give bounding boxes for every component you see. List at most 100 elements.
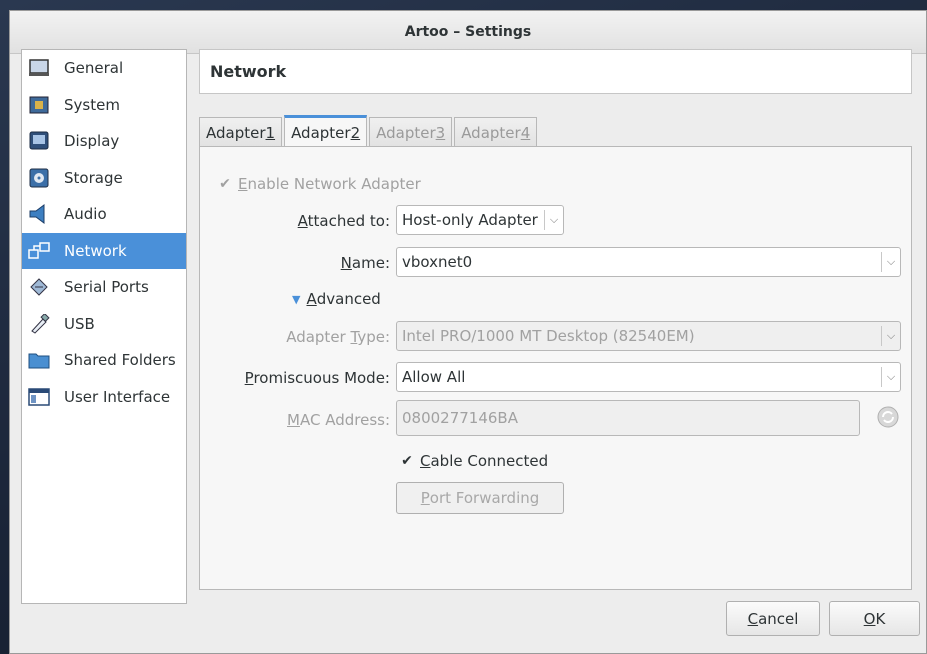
advanced-expander[interactable]: ▼ Advanced <box>292 290 381 308</box>
sidebar-item-serial-ports[interactable]: Serial Ports <box>22 269 186 306</box>
button-mnemonic: P <box>420 489 430 507</box>
sidebar-item-label: USB <box>64 314 95 333</box>
button-mnemonic: O <box>863 609 876 628</box>
button-mnemonic: C <box>747 609 759 628</box>
sidebar-item-label: Shared Folders <box>64 351 176 370</box>
sidebar-item-shared-folders[interactable]: Shared Folders <box>22 342 186 379</box>
sidebar-item-label: Storage <box>64 168 123 187</box>
mac-address-label: MAC Address: <box>200 411 390 429</box>
label-text: ype: <box>357 328 390 346</box>
select-value: Intel PRO/1000 MT Desktop (82540EM) <box>402 327 695 345</box>
tab-label: Adapter <box>291 124 351 142</box>
button-label: ancel <box>758 609 799 628</box>
storage-icon <box>26 166 52 190</box>
tab-label: Adapter <box>461 123 521 142</box>
window-title: Artoo – Settings <box>404 24 532 40</box>
label-mnemonic: N <box>340 254 352 272</box>
tab-mnemonic: 3 <box>435 123 446 142</box>
label-text: AC Address: <box>299 411 390 429</box>
button-label: K <box>875 609 886 628</box>
tab-label: Adapter <box>206 123 266 142</box>
button-label: ort Forwarding <box>429 489 540 507</box>
window-titlebar[interactable]: Artoo – Settings <box>10 11 926 54</box>
tab-mnemonic: 1 <box>265 123 276 142</box>
expander-mnemonic: A <box>306 290 317 308</box>
monitor-icon <box>26 56 52 80</box>
sidebar-item-label: User Interface <box>64 387 171 406</box>
sidebar-item-usb[interactable]: USB <box>22 306 186 343</box>
promiscuous-mode-label: Promiscuous Mode: <box>200 369 390 387</box>
section-header: Network <box>199 49 912 94</box>
name-select[interactable]: vboxnet0 ⌵ <box>396 247 901 277</box>
select-value: vboxnet0 <box>402 253 473 271</box>
folder-icon <box>26 348 52 372</box>
tab-adapter-2[interactable]: Adapter 2 <box>284 115 368 148</box>
checkbox-mnemonic: C <box>420 452 431 470</box>
sidebar-item-label: Display <box>64 132 120 151</box>
sidebar-item-label: System <box>64 95 120 114</box>
sidebar-item-label: Audio <box>64 205 107 224</box>
label-text: ame: <box>351 254 390 272</box>
enable-adapter-checkbox[interactable]: ✔ Enable Network Adapter <box>218 175 421 193</box>
triangle-down-icon: ▼ <box>292 292 301 306</box>
window-icon <box>26 385 52 409</box>
tab-mnemonic: 4 <box>520 123 531 142</box>
ok-button[interactable]: OK <box>829 601 920 636</box>
serial-port-icon <box>26 275 52 299</box>
checkmark-icon: ✔ <box>219 176 231 192</box>
settings-sidebar: General System Display Storage Audio Net… <box>21 49 187 604</box>
tab-label: Adapter <box>376 123 436 142</box>
chevron-down-icon: ⌵ <box>881 326 900 346</box>
sidebar-item-label: General <box>64 59 124 78</box>
cable-connected-checkbox[interactable]: ✔ Cable Connected <box>400 452 548 470</box>
sidebar-item-label: Network <box>64 241 127 260</box>
port-forwarding-button[interactable]: Port Forwarding <box>396 482 564 514</box>
sidebar-item-general[interactable]: General <box>22 50 186 87</box>
settings-content: Network Adapter 1 Adapter 2 Adapter 3 Ad… <box>199 49 912 604</box>
expander-label: dvanced <box>316 290 381 308</box>
label-text: ttached to: <box>307 212 390 230</box>
sidebar-item-user-interface[interactable]: User Interface <box>22 379 186 416</box>
checkbox-mnemonic: E <box>238 175 248 193</box>
speaker-icon <box>26 202 52 226</box>
sidebar-item-display[interactable]: Display <box>22 123 186 160</box>
tab-mnemonic: 2 <box>350 124 361 142</box>
section-title: Network <box>210 62 287 81</box>
checkmark-icon: ✔ <box>401 453 413 469</box>
tab-adapter-1[interactable]: Adapter 1 <box>199 117 283 147</box>
attached-to-label: Attached to: <box>200 212 390 230</box>
tab-adapter-4[interactable]: Adapter 4 <box>454 117 538 147</box>
promiscuous-mode-select[interactable]: Allow All ⌵ <box>396 362 901 392</box>
field-value: 0800277146BA <box>402 409 518 427</box>
usb-icon <box>26 312 52 336</box>
cancel-button[interactable]: Cancel <box>726 601 820 636</box>
network-icon <box>26 239 52 263</box>
label-text: romiscuous Mode: <box>253 369 390 387</box>
label-mnemonic: M <box>287 411 300 429</box>
chip-icon <box>26 93 52 117</box>
sidebar-item-audio[interactable]: Audio <box>22 196 186 233</box>
tab-adapter-3[interactable]: Adapter 3 <box>369 117 453 147</box>
chevron-down-icon: ⌵ <box>881 367 900 387</box>
sidebar-item-network[interactable]: Network <box>22 232 186 269</box>
checkbox-label: able Connected <box>430 452 549 470</box>
label-mnemonic: A <box>297 212 308 230</box>
mac-address-field[interactable]: 0800277146BA <box>396 400 860 436</box>
attached-to-select[interactable]: Host-only Adapter ⌵ <box>396 205 564 235</box>
adapter-panel: ✔ Enable Network Adapter Attached to: Hos… <box>199 146 912 590</box>
select-value: Allow All <box>402 368 466 386</box>
select-value: Host-only Adapter <box>402 211 538 229</box>
display-icon <box>26 129 52 153</box>
label-text: Adapter <box>286 328 351 346</box>
name-label: Name: <box>200 254 390 272</box>
adapter-type-label: Adapter Type: <box>200 328 390 346</box>
adapter-tabs: Adapter 1 Adapter 2 Adapter 3 Adapter 4 <box>199 114 539 148</box>
sidebar-item-system[interactable]: System <box>22 87 186 124</box>
sidebar-item-storage[interactable]: Storage <box>22 160 186 197</box>
checkbox-label: nable Network Adapter <box>247 175 421 193</box>
chevron-down-icon: ⌵ <box>544 210 563 230</box>
refresh-mac-icon[interactable] <box>876 405 900 429</box>
sidebar-item-label: Serial Ports <box>64 278 149 297</box>
adapter-type-select[interactable]: Intel PRO/1000 MT Desktop (82540EM) ⌵ <box>396 321 901 351</box>
chevron-down-icon: ⌵ <box>881 252 900 272</box>
